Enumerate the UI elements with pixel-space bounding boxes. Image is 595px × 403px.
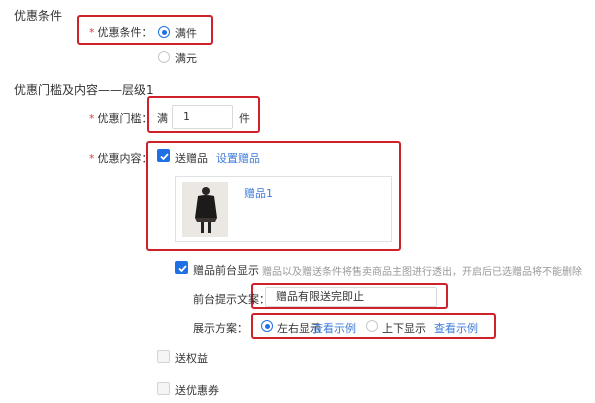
condition-label: * 优惠条件：: [89, 24, 153, 40]
radio-man-jian[interactable]: [158, 26, 170, 38]
send-coupon-label: 送优惠券: [175, 384, 219, 397]
gift-product-photo-icon: [182, 182, 228, 237]
radio-top-bottom-label[interactable]: 上下显示: [382, 320, 426, 336]
gift-display-hint: 赠品以及赠送条件将售卖商品主图进行透出，开启后已选赠品将不能删除: [262, 267, 582, 278]
tip-text-input[interactable]: 赠品有限送完即止: [265, 287, 437, 307]
threshold-suffix: 件: [239, 112, 250, 125]
required-asterisk: *: [89, 152, 95, 165]
send-rights-label: 送权益: [175, 352, 208, 365]
content-label-text: 优惠内容：: [97, 152, 153, 165]
radio-man-yuan[interactable]: [158, 51, 170, 63]
required-asterisk: *: [89, 26, 95, 39]
required-asterisk: *: [89, 112, 95, 125]
radio-man-yuan-label[interactable]: 满元: [175, 50, 197, 66]
condition-label-text: 优惠条件：: [97, 26, 153, 39]
check-icon: [178, 265, 187, 273]
tip-text-label: 前台提示文案：: [193, 293, 270, 306]
threshold-prefix: 满: [157, 112, 168, 125]
radio-top-bottom[interactable]: [366, 320, 378, 332]
send-coupon-checkbox[interactable]: [157, 382, 170, 395]
send-gift-checkbox[interactable]: [157, 149, 170, 162]
display-scheme-label: 展示方案：: [193, 322, 248, 335]
view-example-link-1[interactable]: 查看示例: [312, 320, 356, 336]
threshold-input[interactable]: 1: [172, 105, 233, 129]
gift-card: 赠品1: [175, 176, 392, 242]
send-gift-label: 送赠品: [175, 152, 208, 165]
gift-display-label: 赠品前台显示: [193, 264, 259, 277]
threshold-label: * 优惠门槛：: [89, 110, 153, 126]
threshold-section-title: 优惠门槛及内容——层级1: [14, 83, 154, 97]
radio-man-jian-label[interactable]: 满件: [175, 25, 197, 41]
gift-thumbnail-image: [182, 182, 228, 237]
check-icon: [160, 153, 169, 161]
content-label: * 优惠内容：: [89, 150, 153, 166]
gift-display-checkbox[interactable]: [175, 261, 188, 274]
promo-condition-section-title: 优惠条件: [14, 9, 63, 23]
threshold-label-text: 优惠门槛：: [97, 112, 153, 125]
gift-name-link[interactable]: 赠品1: [244, 185, 273, 201]
set-gift-link[interactable]: 设置赠品: [216, 150, 260, 166]
send-rights-checkbox[interactable]: [157, 350, 170, 363]
view-example-link-2[interactable]: 查看示例: [434, 320, 478, 336]
radio-left-right[interactable]: [261, 320, 273, 332]
